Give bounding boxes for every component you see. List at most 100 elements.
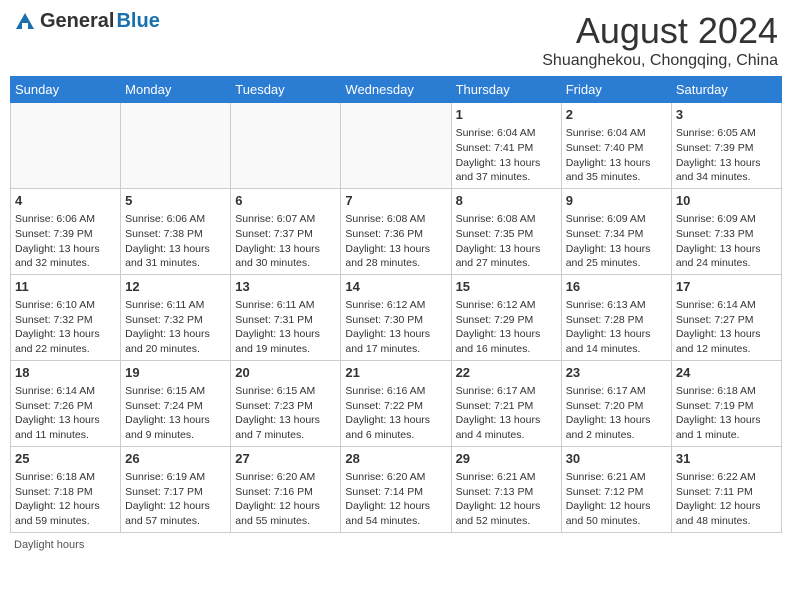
calendar-cell: 24Sunrise: 6:18 AMSunset: 7:19 PMDayligh…: [671, 360, 781, 446]
calendar-cell: 26Sunrise: 6:19 AMSunset: 7:17 PMDayligh…: [121, 446, 231, 532]
calendar-cell: 2 Sunrise: 6:04 AMSunset: 7:40 PMDaylight…: [561, 103, 671, 189]
calendar-cell: 1 Sunrise: 6:04 AMSunset: 7:41 PMDaylight…: [451, 103, 561, 189]
weekday-wednesday: Wednesday: [341, 77, 451, 103]
day-info: Sunrise: 6:08 AMSunset: 7:36 PMDaylight:…: [345, 212, 446, 271]
day-info: Sunrise: 6:21 AMSunset: 7:13 PMDaylight:…: [456, 470, 557, 529]
day-info: Sunrise: 6:16 AMSunset: 7:22 PMDaylight:…: [345, 384, 446, 443]
day-info: Sunrise: 6:12 AMSunset: 7:30 PMDaylight:…: [345, 298, 446, 357]
day-number: 5: [125, 192, 226, 210]
logo-general: General: [40, 10, 114, 33]
calendar-cell: 7 Sunrise: 6:08 AMSunset: 7:36 PMDaylight…: [341, 188, 451, 274]
calendar-cell: [11, 103, 121, 189]
day-number: 29: [456, 450, 557, 468]
calendar-cell: 20 Sunrise: 6:15 AMSunset: 7:23 PMDayligh…: [231, 360, 341, 446]
day-info: Sunrise: 6:10 AMSunset: 7:32 PMDaylight:…: [15, 298, 116, 357]
calendar-cell: 15 Sunrise: 6:12 AMSunset: 7:29 PMDayligh…: [451, 274, 561, 360]
week-row-2: 11Sunrise: 6:10 AMSunset: 7:32 PMDayligh…: [11, 274, 782, 360]
logo: GeneralBlue: [14, 10, 160, 33]
header: GeneralBlue August 2024 Shuanghekou, Cho…: [10, 10, 782, 70]
day-number: 17: [676, 278, 777, 296]
day-info: Sunrise: 6:18 AMSunset: 7:18 PMDaylight:…: [15, 470, 116, 529]
day-number: 15: [456, 278, 557, 296]
weekday-header-row: SundayMondayTuesdayWednesdayThursdayFrid…: [11, 77, 782, 103]
day-info: Sunrise: 6:14 AMSunset: 7:27 PMDaylight:…: [676, 298, 777, 357]
day-number: 23: [566, 364, 667, 382]
location-title: Shuanghekou, Chongqing, China: [542, 52, 778, 70]
day-number: 30: [566, 450, 667, 468]
day-info: Sunrise: 6:22 AMSunset: 7:11 PMDaylight:…: [676, 470, 777, 529]
day-number: 22: [456, 364, 557, 382]
footer: Daylight hours: [10, 539, 782, 551]
day-info: Sunrise: 6:08 AMSunset: 7:35 PMDaylight:…: [456, 212, 557, 271]
day-number: 26: [125, 450, 226, 468]
day-number: 20: [235, 364, 336, 382]
calendar-body: 1 Sunrise: 6:04 AMSunset: 7:41 PMDaylight…: [11, 103, 782, 533]
day-number: 1: [456, 106, 557, 124]
day-info: Sunrise: 6:15 AMSunset: 7:24 PMDaylight:…: [125, 384, 226, 443]
calendar-cell: 18 Sunrise: 6:14 AMSunset: 7:26 PMDayligh…: [11, 360, 121, 446]
day-info: Sunrise: 6:09 AMSunset: 7:34 PMDaylight:…: [566, 212, 667, 271]
day-info: Sunrise: 6:14 AMSunset: 7:26 PMDaylight:…: [15, 384, 116, 443]
day-info: Sunrise: 6:11 AMSunset: 7:32 PMDaylight:…: [125, 298, 226, 357]
calendar-cell: 5 Sunrise: 6:06 AMSunset: 7:38 PMDaylight…: [121, 188, 231, 274]
day-number: 25: [15, 450, 116, 468]
day-number: 16: [566, 278, 667, 296]
day-number: 19: [125, 364, 226, 382]
day-info: Sunrise: 6:09 AMSunset: 7:33 PMDaylight:…: [676, 212, 777, 271]
day-number: 27: [235, 450, 336, 468]
day-number: 7: [345, 192, 446, 210]
calendar-cell: [341, 103, 451, 189]
calendar-cell: 19 Sunrise: 6:15 AMSunset: 7:24 PMDayligh…: [121, 360, 231, 446]
day-info: Sunrise: 6:20 AMSunset: 7:16 PMDaylight:…: [235, 470, 336, 529]
day-number: 28: [345, 450, 446, 468]
day-info: Sunrise: 6:04 AMSunset: 7:41 PMDaylight:…: [456, 126, 557, 185]
day-number: 8: [456, 192, 557, 210]
day-info: Sunrise: 6:20 AMSunset: 7:14 PMDaylight:…: [345, 470, 446, 529]
day-number: 18: [15, 364, 116, 382]
day-info: Sunrise: 6:18 AMSunset: 7:19 PMDaylight:…: [676, 384, 777, 443]
logo-icon: [14, 11, 36, 33]
day-info: Sunrise: 6:17 AMSunset: 7:21 PMDaylight:…: [456, 384, 557, 443]
day-info: Sunrise: 6:06 AMSunset: 7:38 PMDaylight:…: [125, 212, 226, 271]
weekday-friday: Friday: [561, 77, 671, 103]
calendar-cell: 22 Sunrise: 6:17 AMSunset: 7:21 PMDayligh…: [451, 360, 561, 446]
weekday-monday: Monday: [121, 77, 231, 103]
week-row-3: 18 Sunrise: 6:14 AMSunset: 7:26 PMDayligh…: [11, 360, 782, 446]
calendar-cell: 17 Sunrise: 6:14 AMSunset: 7:27 PMDayligh…: [671, 274, 781, 360]
day-number: 21: [345, 364, 446, 382]
calendar-cell: 21 Sunrise: 6:16 AMSunset: 7:22 PMDayligh…: [341, 360, 451, 446]
day-number: 4: [15, 192, 116, 210]
calendar-cell: 13Sunrise: 6:11 AMSunset: 7:31 PMDayligh…: [231, 274, 341, 360]
day-number: 6: [235, 192, 336, 210]
day-info: Sunrise: 6:04 AMSunset: 7:40 PMDaylight:…: [566, 126, 667, 185]
calendar-cell: 23 Sunrise: 6:17 AMSunset: 7:20 PMDayligh…: [561, 360, 671, 446]
calendar-cell: 25 Sunrise: 6:18 AMSunset: 7:18 PMDayligh…: [11, 446, 121, 532]
calendar-cell: [121, 103, 231, 189]
day-number: 3: [676, 106, 777, 124]
week-row-0: 1 Sunrise: 6:04 AMSunset: 7:41 PMDaylight…: [11, 103, 782, 189]
day-number: 14: [345, 278, 446, 296]
calendar-cell: 28 Sunrise: 6:20 AMSunset: 7:14 PMDayligh…: [341, 446, 451, 532]
day-number: 12: [125, 278, 226, 296]
day-number: 31: [676, 450, 777, 468]
day-info: Sunrise: 6:17 AMSunset: 7:20 PMDaylight:…: [566, 384, 667, 443]
calendar-cell: 9Sunrise: 6:09 AMSunset: 7:34 PMDaylight…: [561, 188, 671, 274]
day-info: Sunrise: 6:12 AMSunset: 7:29 PMDaylight:…: [456, 298, 557, 357]
calendar-cell: 11Sunrise: 6:10 AMSunset: 7:32 PMDayligh…: [11, 274, 121, 360]
calendar-cell: 10 Sunrise: 6:09 AMSunset: 7:33 PMDayligh…: [671, 188, 781, 274]
day-info: Sunrise: 6:05 AMSunset: 7:39 PMDaylight:…: [676, 126, 777, 185]
calendar-cell: 31 Sunrise: 6:22 AMSunset: 7:11 PMDayligh…: [671, 446, 781, 532]
calendar-cell: 12 Sunrise: 6:11 AMSunset: 7:32 PMDayligh…: [121, 274, 231, 360]
calendar-table: SundayMondayTuesdayWednesdayThursdayFrid…: [10, 76, 782, 533]
day-info: Sunrise: 6:21 AMSunset: 7:12 PMDaylight:…: [566, 470, 667, 529]
day-number: 2: [566, 106, 667, 124]
week-row-4: 25 Sunrise: 6:18 AMSunset: 7:18 PMDayligh…: [11, 446, 782, 532]
day-info: Sunrise: 6:15 AMSunset: 7:23 PMDaylight:…: [235, 384, 336, 443]
day-number: 10: [676, 192, 777, 210]
calendar-cell: 27 Sunrise: 6:20 AMSunset: 7:16 PMDayligh…: [231, 446, 341, 532]
day-info: Sunrise: 6:07 AMSunset: 7:37 PMDaylight:…: [235, 212, 336, 271]
day-number: 13: [235, 278, 336, 296]
month-title: August 2024: [542, 10, 778, 52]
calendar-cell: 3 Sunrise: 6:05 AMSunset: 7:39 PMDaylight…: [671, 103, 781, 189]
calendar-cell: [231, 103, 341, 189]
